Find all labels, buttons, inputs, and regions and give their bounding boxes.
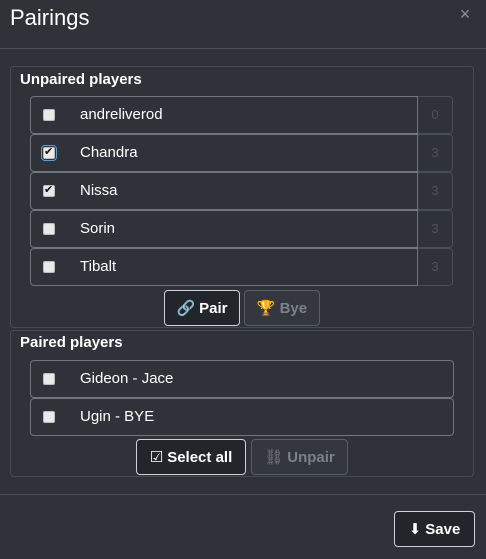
bye-button[interactable]: 🏆 Bye <box>244 290 320 326</box>
player-score: 3 <box>418 172 453 210</box>
checkbox-cell <box>30 172 70 210</box>
player-name: Sorin <box>68 210 418 248</box>
link-icon: 🔗 <box>176 299 196 317</box>
download-icon: ⬇ <box>408 520 422 538</box>
player-score: 3 <box>418 210 453 248</box>
unpair-label: Unpair <box>287 449 335 466</box>
pair-label: Pair <box>199 300 228 317</box>
player-checkbox[interactable] <box>43 261 55 273</box>
bye-label: Bye <box>279 300 308 317</box>
modal-header: Pairings × <box>0 0 486 49</box>
trophy-icon: 🏆 <box>256 299 276 317</box>
pair-checkbox[interactable] <box>43 373 55 385</box>
pair-row: Gideon - Jace <box>30 360 454 398</box>
checkbox-cell <box>30 134 70 172</box>
player-checkbox[interactable] <box>43 109 55 121</box>
checkbox-cell <box>30 96 70 134</box>
checkbox-cell <box>30 248 70 286</box>
player-checkbox[interactable] <box>43 223 55 235</box>
modal-title: Pairings <box>10 5 90 30</box>
unpair-button[interactable]: ⛓ Unpair <box>251 439 348 475</box>
unlink-icon: ⛓ <box>264 448 284 466</box>
pair-row: Ugin - BYE <box>30 398 454 436</box>
pair-checkbox[interactable] <box>43 411 55 423</box>
player-row: Chandra 3 <box>30 134 454 172</box>
pair-label: Gideon - Jace <box>68 360 454 398</box>
select-all-label: Select all <box>167 449 233 466</box>
close-icon[interactable]: × <box>456 5 474 24</box>
player-name: Nissa <box>68 172 418 210</box>
player-score: 0 <box>418 96 453 134</box>
player-score: 3 <box>418 248 453 286</box>
save-button[interactable]: ⬇ Save <box>394 511 475 547</box>
player-checkbox[interactable] <box>41 145 57 161</box>
save-label: Save <box>425 521 461 538</box>
player-checkbox[interactable] <box>43 183 55 197</box>
player-row: Tibalt 3 <box>30 248 454 286</box>
player-name: Chandra <box>68 134 418 172</box>
player-row: Nissa 3 <box>30 172 454 210</box>
select-all-button[interactable]: ☑ Select all <box>136 439 246 475</box>
player-row: andreliverod 0 <box>30 96 454 134</box>
checkbox-cell <box>30 360 70 398</box>
player-name: andreliverod <box>68 96 418 134</box>
checkbox-cell <box>30 210 70 248</box>
player-score: 3 <box>418 134 453 172</box>
checkbox-cell <box>30 398 70 436</box>
player-name: Tibalt <box>68 248 418 286</box>
pair-label: Ugin - BYE <box>68 398 454 436</box>
paired-players-title: Paired players <box>20 334 123 351</box>
check-square-icon: ☑ <box>149 448 164 466</box>
player-row: Sorin 3 <box>30 210 454 248</box>
unpaired-players-title: Unpaired players <box>20 71 142 88</box>
pair-button[interactable]: 🔗 Pair <box>164 290 240 326</box>
